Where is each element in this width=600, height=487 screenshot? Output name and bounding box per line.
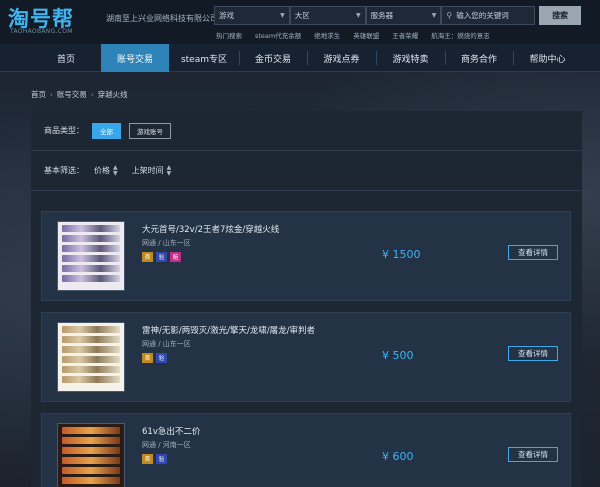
first-badge: 首 (142, 454, 153, 464)
sort-time-label: 上架时间 (131, 166, 164, 175)
listing-title[interactable]: 雷神/无影/两毁灭/激光/擎天/龙啸/屠龙/审判者 (142, 324, 315, 336)
hot-search-label: 热门搜索 (216, 32, 242, 40)
listing-card[interactable]: 雷神/无影/两毁灭/激光/擎天/龙啸/屠龙/审判者 网通 / 山东一区 首 验 … (41, 312, 571, 402)
verified-badge: 验 (156, 252, 167, 262)
listing-price: ¥ 600 (382, 450, 414, 463)
search-icon: ⚲ (446, 11, 453, 20)
hot-link-lol[interactable]: 英雄联盟 (353, 30, 379, 40)
breadcrumb: 首页 › 账号交易 › 穿越火线 (31, 89, 128, 100)
hot-link-onepiece[interactable]: 航海王：燃烧的意志 (431, 30, 490, 40)
listing-panel: 商品类型： 全部 游戏账号 基本筛选： 价格 ▲ ▼ 上架时间 ▲ ▼ 大元首号/3… (31, 111, 582, 487)
basic-filter-row: 基本筛选： 价格 ▲ ▼ 上架时间 ▲ ▼ (31, 151, 582, 191)
verified-badge: 验 (156, 353, 167, 363)
hot-link-hok[interactable]: 王者荣耀 (392, 30, 418, 40)
type-chip-all[interactable]: 全部 (92, 122, 121, 139)
listing-title[interactable]: 61v急出不二价 (142, 425, 200, 437)
nav-game-sale[interactable]: 游戏特卖 (376, 44, 445, 72)
chevron-right-icon: › (90, 90, 94, 99)
listing-badges: 首 验 (142, 353, 167, 363)
hot-link-steam[interactable]: steam代充余额 (255, 30, 301, 40)
listing-card[interactable]: 61v急出不二价 网通 / 河南一区 首 验 ¥ 600 查看详情 (41, 413, 571, 487)
server-select-value: 服务器 (370, 11, 394, 20)
game-select-value: 游戏 (219, 11, 234, 20)
nav-steam[interactable]: steam专区 (169, 44, 239, 72)
search-bar: 游戏 ▼ 大区 ▼ 服务器 ▼ ⚲ 输入您的关键词 搜索 (214, 6, 581, 25)
listing-region: 网通 / 山东一区 (142, 239, 191, 247)
company-name: 湖南至上兴业网络科技有限公司 (106, 14, 218, 23)
first-badge: 首 (142, 353, 153, 363)
chevron-down-icon: ▼ (280, 12, 285, 19)
first-badge: 首 (142, 252, 153, 262)
search-input[interactable]: ⚲ 输入您的关键词 (441, 6, 536, 25)
sort-price-label: 价格 (94, 166, 110, 175)
breadcrumb-current: 穿越火线 (97, 90, 128, 99)
nav-home[interactable]: 首页 (31, 44, 101, 72)
server-select[interactable]: 服务器 ▼ (365, 6, 442, 25)
nav-account-trade[interactable]: 账号交易 (101, 44, 169, 72)
site-header: 淘号帮 TAOHAOBANG.COM 湖南至上兴业网络科技有限公司 游戏 ▼ 大… (0, 0, 600, 44)
chevron-down-icon: ▼ (431, 12, 437, 19)
listing-title[interactable]: 大元首号/32v/2王者7炫金/穿越火线 (142, 223, 279, 235)
area-select[interactable]: 大区 ▼ (289, 6, 366, 25)
site-logo[interactable]: 淘号帮 TAOHAOBANG.COM (4, 3, 102, 37)
game-select[interactable]: 游戏 ▼ (214, 6, 290, 25)
breadcrumb-account-trade[interactable]: 账号交易 (57, 89, 87, 100)
listing-region: 网通 / 山东一区 (142, 340, 191, 348)
listing-region: 网通 / 河南一区 (142, 441, 191, 449)
sort-price[interactable]: 价格 ▲ ▼ (94, 163, 118, 177)
listing-price: ¥ 1500 (382, 248, 421, 261)
chevron-right-icon: › (50, 90, 53, 99)
compensation-badge: 赔 (170, 252, 181, 262)
search-placeholder: 输入您的关键词 (456, 11, 509, 20)
chevron-down-icon: ▼ (355, 12, 361, 19)
type-chip-game-account[interactable]: 游戏账号 (129, 122, 171, 139)
listing-thumbnail[interactable] (57, 221, 125, 291)
sort-arrows-icon: ▲ ▼ (166, 163, 172, 177)
listing-thumbnail[interactable] (57, 423, 125, 487)
basic-filter-label: 基本筛选： (44, 166, 84, 175)
view-details-button[interactable]: 查看详情 (508, 447, 558, 462)
listing-card[interactable]: 大元首号/32v/2王者7炫金/穿越火线 网通 / 山东一区 首 验 赔 ¥ 1… (41, 211, 571, 301)
logo-subtitle: TAOHAOBANG.COM (10, 28, 73, 35)
sort-arrows-icon: ▲ ▼ (113, 163, 118, 177)
nav-business[interactable]: 商务合作 (445, 44, 513, 72)
search-button[interactable]: 搜索 (539, 6, 581, 25)
nav-gold-trade[interactable]: 金币交易 (239, 44, 307, 72)
view-details-button[interactable]: 查看详情 (508, 245, 558, 260)
breadcrumb-home[interactable]: 首页 (31, 89, 46, 100)
nav-game-points[interactable]: 游戏点券 (307, 44, 376, 72)
nav-help[interactable]: 帮助中心 (513, 44, 582, 72)
type-filter-row: 商品类型： 全部 游戏账号 (31, 111, 582, 151)
verified-badge: 验 (156, 454, 167, 464)
view-details-button[interactable]: 查看详情 (508, 346, 558, 361)
listing-badges: 首 验 赔 (142, 252, 181, 262)
type-filter-label: 商品类型： (44, 126, 84, 135)
listing-price: ¥ 500 (382, 349, 414, 362)
area-select-value: 大区 (294, 11, 310, 20)
listing-thumbnail[interactable] (57, 322, 125, 392)
hot-link-pubg[interactable]: 绝地求生 (314, 30, 340, 40)
hot-search-links: 热门搜索 steam代充余额 绝地求生 英雄联盟 王者荣耀 航海王：燃烧的意志 (216, 30, 490, 40)
sort-listing-time[interactable]: 上架时间 ▲ ▼ (131, 163, 172, 177)
main-nav: 首页 账号交易 steam专区 金币交易 游戏点券 游戏特卖 商务合作 帮助中心 (0, 44, 600, 72)
listing-badges: 首 验 (142, 454, 167, 464)
